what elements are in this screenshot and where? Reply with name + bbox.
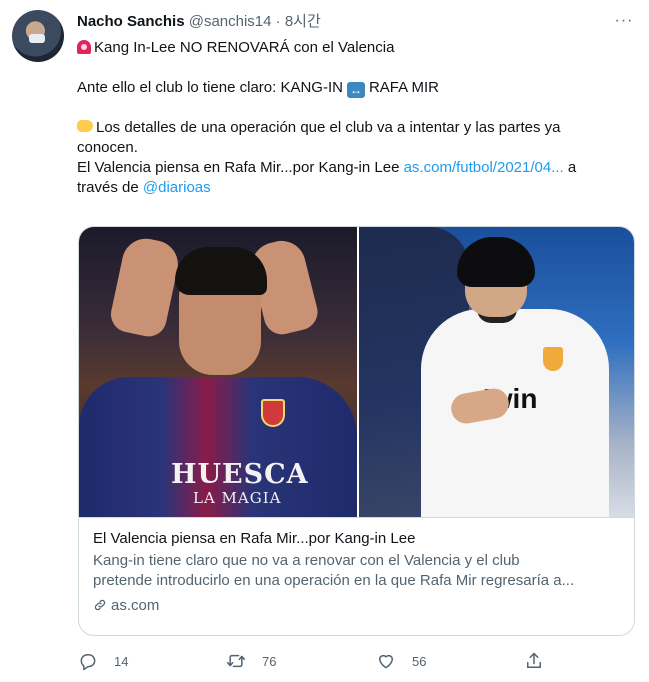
like-count: 56 (412, 653, 427, 669)
card-text[interactable]: El Valencia piensa en Rafa Mir...por Kan… (79, 517, 634, 635)
share-button[interactable] (524, 650, 560, 672)
retweet-count: 76 (262, 653, 277, 669)
retweet-button[interactable]: 76 (226, 650, 276, 672)
shirt-sponsor-subtext: LA MAGIA (193, 489, 282, 507)
card-image-right[interactable]: Iwin (359, 227, 634, 517)
header-separator: · (275, 13, 281, 30)
reply-button[interactable]: 14 (78, 650, 128, 672)
tweet-time[interactable]: 8시간 (285, 13, 321, 30)
tweet-line-1: Kang In-Lee NO RENOVARÁ con el Valencia (77, 38, 622, 58)
reply-count: 14 (114, 653, 129, 669)
player-hair-right (457, 237, 535, 287)
player-hair (175, 247, 267, 295)
share-icon (527, 652, 541, 668)
tweet-text: Kang In-Lee NO RENOVARÁ con el Valencia … (77, 38, 622, 198)
pointing-hand-emoji-icon (77, 120, 93, 132)
tweet-line-2-text-b: RAFA MIR (368, 79, 439, 96)
mention-link[interactable]: @diarioas (143, 179, 211, 196)
author-name[interactable]: Nacho Sanchis (77, 13, 185, 30)
tweet-line-5: El Valencia piensa en Rafa Mir...por Kan… (77, 158, 622, 178)
club-crest-icon (261, 399, 285, 427)
article-link[interactable]: as.com/futbol/2021/04... (404, 159, 564, 176)
tweet-line-3-text: Los detalles de una operación que el clu… (96, 119, 561, 136)
card-description: Kang-in tiene claro que no va a renovar … (93, 551, 623, 591)
card-title: El Valencia piensa en Rafa Mir...por Kan… (93, 530, 416, 547)
retweet-icon (226, 654, 246, 668)
player-hand-left (107, 234, 183, 340)
siren-emoji-icon (77, 40, 91, 54)
shirt-sponsor-text: HUESCA (171, 459, 309, 490)
tweet-line-5-suffix: a (567, 159, 577, 176)
tweet-line-4: conocen. (77, 139, 138, 156)
card-domain-text: as.com (111, 597, 160, 614)
tweet-line-3: Los detalles de una operación que el clu… (77, 118, 622, 138)
tweet-line-6-text: través de (77, 179, 139, 196)
tweet-line-5-text: El Valencia piensa en Rafa Mir...por Kan… (77, 159, 400, 176)
valencia-badge-icon (543, 347, 563, 371)
avatar[interactable] (12, 10, 64, 62)
link-preview-card[interactable]: HUESCA LA MAGIA Iwin El Valencia piensa … (78, 226, 635, 636)
tweet[interactable]: Nacho Sanchis @sanchis14 · 8시간 ··· Kang … (0, 0, 649, 682)
author-handle[interactable]: @sanchis14 (189, 13, 272, 30)
more-options-icon[interactable]: ··· (612, 12, 636, 32)
card-image-left[interactable]: HUESCA LA MAGIA (79, 227, 357, 517)
card-description-line-2: pretende introducirlo en una operación e… (93, 572, 575, 589)
like-button[interactable]: 56 (376, 650, 426, 672)
reply-icon (80, 654, 96, 671)
tweet-line-2-text-a: Ante ello el club lo tiene claro: KANG-I… (77, 79, 343, 96)
tweet-line-2: Ante ello el club lo tiene claro: KANG-I… (77, 78, 622, 98)
avatar-mask (29, 34, 45, 43)
tweet-line-6: través de @diarioas (77, 178, 622, 198)
card-description-line-1: Kang-in tiene claro que no va a renovar … (93, 552, 520, 569)
card-domain: as.com (93, 596, 159, 616)
tweet-header: Nacho Sanchis @sanchis14 · 8시간 (77, 12, 321, 32)
heart-icon (379, 654, 393, 669)
link-icon (94, 599, 106, 611)
tweet-actions: 14 76 56 (78, 650, 558, 672)
left-right-arrow-emoji-icon: ↔ (346, 82, 365, 98)
tweet-line-1-text: Kang In-Lee NO RENOVARÁ con el Valencia (94, 39, 395, 56)
